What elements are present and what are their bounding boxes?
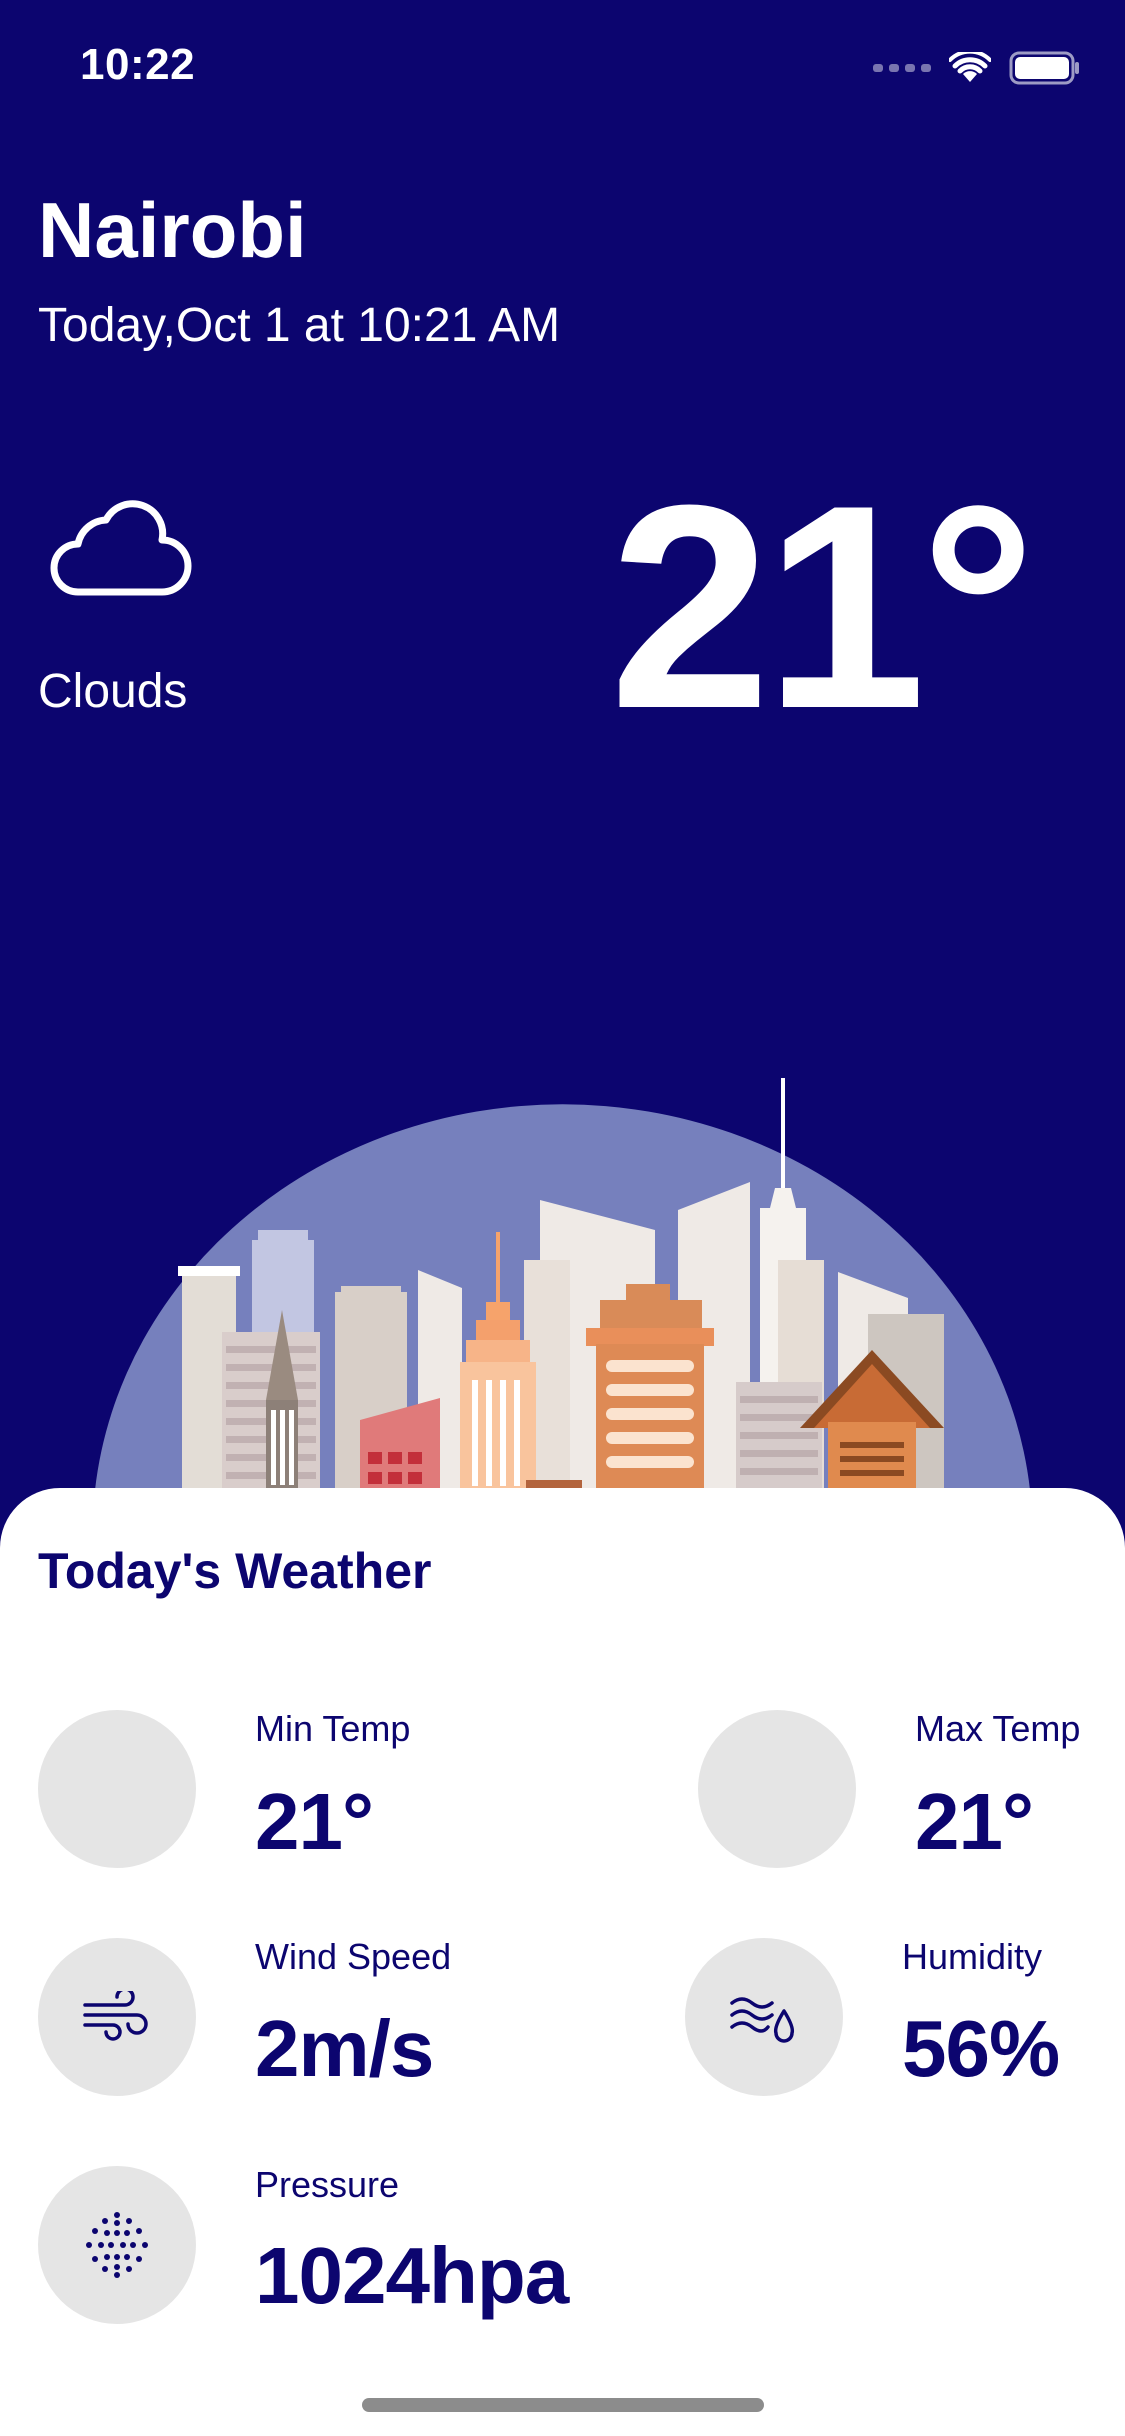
pressure-value: 1024hpa	[255, 2231, 569, 2320]
humidity-label: Humidity	[902, 1936, 1043, 1977]
current-temperature: 21°	[609, 445, 1036, 769]
weather-screen: 10:22 Nairobi Today,Oct 1 at 10:21 AM Cl…	[0, 0, 1125, 2436]
min-temp-label: Min Temp	[255, 1708, 411, 1749]
wind-speed-value: 2m/s	[255, 2004, 434, 2093]
home-indicator[interactable]	[362, 2398, 764, 2412]
todays-weather-sheet: Today's Weather Min Temp 21° Max Temp 21…	[0, 1488, 1125, 2436]
status-time: 10:22	[80, 40, 196, 89]
min-temp-icon	[38, 1710, 196, 1868]
max-temp-label: Max Temp	[915, 1708, 1081, 1749]
pressure-icon	[38, 2166, 196, 2324]
date-time: Today,Oct 1 at 10:21 AM	[38, 299, 561, 352]
battery-icon	[1009, 51, 1079, 85]
signal-icon	[873, 64, 931, 72]
condition-label: Clouds	[38, 665, 188, 718]
city-skyline-illustration	[95, 1078, 1030, 1490]
wind-speed-label: Wind Speed	[255, 1936, 452, 1977]
humidity-icon	[685, 1938, 843, 2096]
max-temp-icon	[698, 1710, 856, 1868]
pressure-label: Pressure	[255, 2164, 400, 2205]
humidity-value: 56%	[902, 2004, 1060, 2093]
wifi-icon	[949, 52, 991, 82]
status-icons	[873, 48, 1081, 88]
max-temp-value: 21°	[915, 1777, 1034, 1866]
min-temp-value: 21°	[255, 1777, 374, 1866]
cloud-icon	[50, 500, 192, 596]
city-name: Nairobi	[38, 186, 307, 274]
todays-weather-title: Today's Weather	[38, 1543, 432, 1599]
wind-icon	[38, 1938, 196, 2096]
